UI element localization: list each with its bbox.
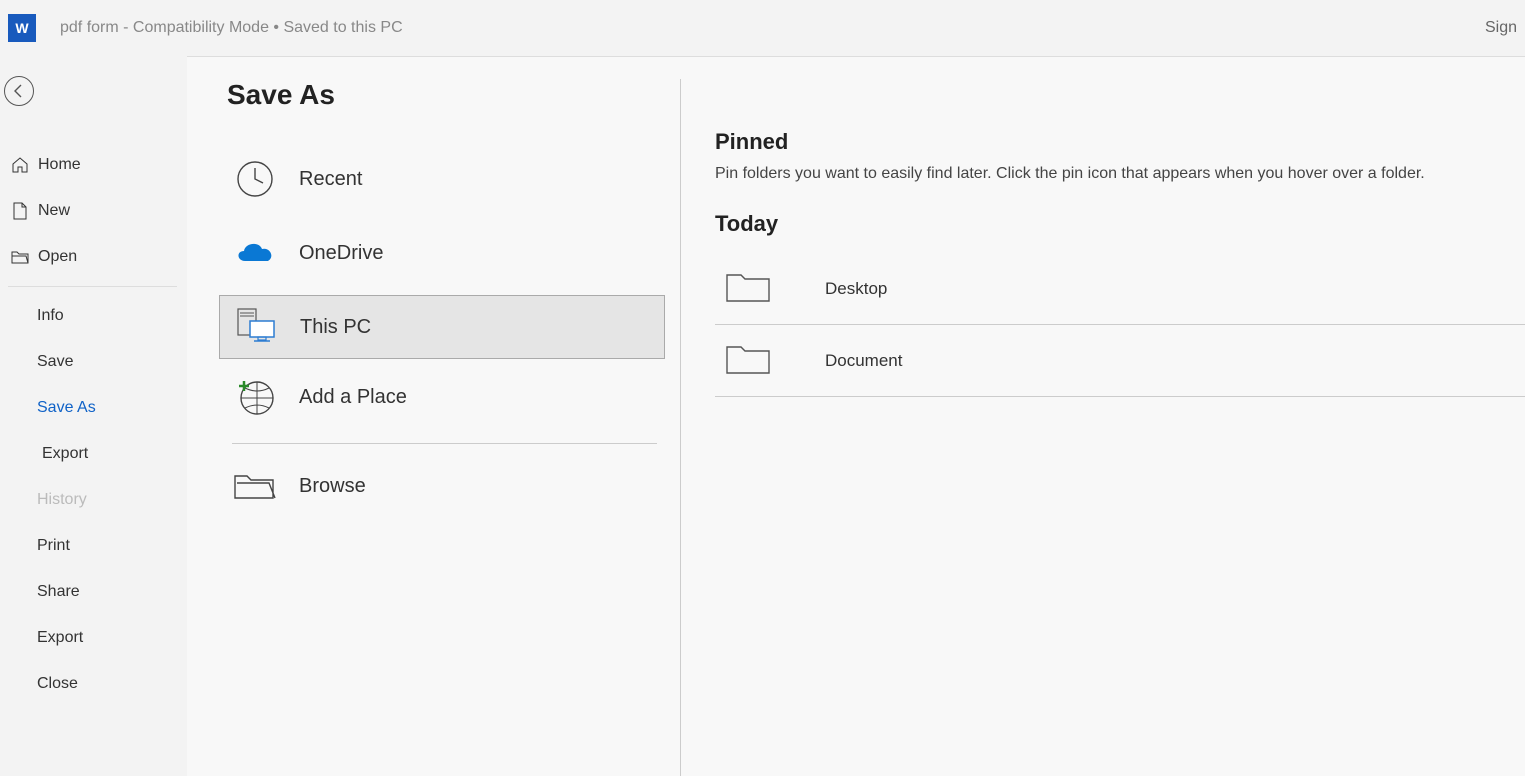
nav-label: Save (37, 353, 73, 371)
nav-label: Print (37, 537, 70, 555)
onedrive-cloud-icon (231, 229, 279, 277)
nav-label: Export (42, 445, 88, 463)
nav-label: Open (38, 248, 77, 266)
folder-row-document[interactable]: Document (715, 325, 1525, 397)
nav-save[interactable]: Save (0, 339, 187, 385)
nav-history: History (0, 477, 187, 523)
detail-column: Pinned Pin folders you want to easily fi… (680, 79, 1525, 776)
nav-home[interactable]: Home (0, 142, 187, 188)
backstage-nav: Home New Open Info Save Save As Export H… (0, 56, 187, 776)
location-this-pc[interactable]: This PC (219, 295, 665, 359)
computer-icon (232, 303, 280, 351)
back-arrow-icon (11, 83, 27, 99)
folder-row-desktop[interactable]: Desktop (715, 253, 1525, 325)
nav-label: Share (37, 583, 80, 601)
location-add-place[interactable]: Add a Place (219, 365, 665, 429)
location-label: Add a Place (299, 386, 407, 409)
nav-label: Save As (37, 399, 96, 417)
pinned-header: Pinned (715, 129, 1525, 155)
new-icon (10, 201, 30, 221)
home-icon (10, 155, 30, 175)
titlebar: W pdf form - Compatibility Mode • Saved … (0, 0, 1525, 56)
nav-export-sub[interactable]: Export (0, 431, 187, 477)
nav-open[interactable]: Open (0, 234, 187, 280)
sign-in-link[interactable]: Sign (1485, 19, 1517, 37)
nav-divider (8, 286, 177, 287)
nav-new[interactable]: New (0, 188, 187, 234)
nav-label: Export (37, 629, 83, 647)
word-logo: W (8, 14, 36, 42)
folder-icon (725, 271, 773, 307)
location-divider (232, 443, 657, 444)
folder-name: Desktop (825, 279, 887, 299)
browse-folder-icon (231, 462, 279, 510)
nav-label: Info (37, 307, 64, 325)
nav-label: New (38, 202, 70, 220)
open-folder-icon (10, 247, 30, 267)
location-label: Recent (299, 168, 362, 191)
nav-export[interactable]: Export (0, 615, 187, 661)
add-place-globe-icon (231, 373, 279, 421)
page-title: Save As (227, 79, 679, 111)
nav-label: History (37, 491, 87, 509)
nav-info[interactable]: Info (0, 293, 187, 339)
location-label: This PC (300, 316, 371, 339)
folder-name: Document (825, 351, 902, 371)
location-label: Browse (299, 475, 366, 498)
main-panel: Save As Recent OneDrive (187, 56, 1525, 776)
location-label: OneDrive (299, 242, 383, 265)
nav-label: Close (37, 675, 78, 693)
location-recent[interactable]: Recent (219, 147, 665, 211)
location-column: Save As Recent OneDrive (187, 79, 680, 776)
nav-share[interactable]: Share (0, 569, 187, 615)
document-title: pdf form - Compatibility Mode • Saved to… (60, 19, 403, 37)
nav-close[interactable]: Close (0, 661, 187, 707)
today-header: Today (715, 211, 1525, 237)
folder-icon (725, 343, 773, 379)
nav-print[interactable]: Print (0, 523, 187, 569)
location-browse[interactable]: Browse (219, 454, 665, 518)
nav-save-as[interactable]: Save As (0, 385, 187, 431)
recent-clock-icon (231, 155, 279, 203)
nav-label: Home (38, 156, 81, 174)
back-button[interactable] (4, 76, 34, 106)
pinned-hint: Pin folders you want to easily find late… (715, 165, 1525, 183)
location-onedrive[interactable]: OneDrive (219, 221, 665, 285)
